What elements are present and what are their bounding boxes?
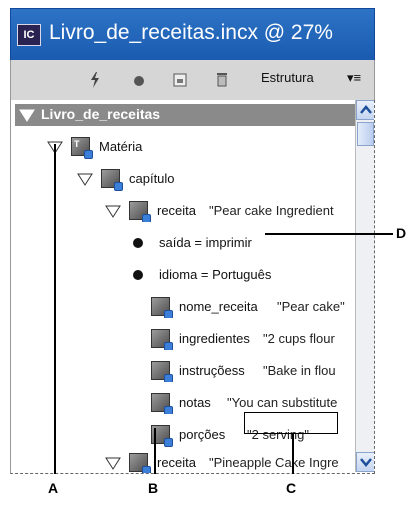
tree-row-attribute-idioma[interactable]: idioma = Português [133,264,353,286]
chevron-up-icon [360,105,372,114]
structure-window: IC Livro_de_receitas.incx @ 27% Estrutur… [10,8,375,474]
collapse-triangle-icon[interactable] [105,456,121,470]
collapse-triangle-icon[interactable] [105,204,121,218]
tree-row-materia[interactable]: T Matéria [47,136,347,159]
element-label: receita [157,203,197,218]
tree-row-nome-receita[interactable]: nome_receita "Pear cake" [151,296,351,318]
callout-c-label: C [286,480,297,496]
element-label: porções [179,427,226,442]
scroll-down-button[interactable] [356,452,374,472]
tree-root-row[interactable]: Livro_de_receitas [15,104,355,126]
collapse-triangle-icon[interactable] [77,172,93,186]
panel-menu-button[interactable]: ▾≡ [347,70,361,86]
vertical-scrollbar[interactable] [355,100,374,472]
element-label: Matéria [99,139,143,154]
tree-row-capitulo[interactable]: capítulo [77,168,347,191]
tree-row-receita-2[interactable]: receita "Pineapple Cake Ingre [105,452,351,473]
element-icon [129,201,151,222]
tree-row-instrucoes[interactable]: instruçõess "Bake in flou [151,360,351,382]
collapse-triangle-icon[interactable] [19,108,35,122]
element-label: instruçõess [179,363,245,378]
tree-row-ingredientes[interactable]: ingredientes "2 cups flour [151,328,351,350]
element-content-preview: "You can substitute [227,395,338,410]
root-element-label: Livro_de_receitas [41,106,161,122]
element-content-preview: "2 cups flour [263,331,335,346]
element-label: nome_receita [179,299,258,314]
tree-row-receita[interactable]: receita "Pear cake Ingredient [105,200,351,222]
callout-d-label: D [396,225,407,241]
element-label: ingredientes [179,331,250,346]
element-icon [151,393,173,414]
element-label: receita [157,455,197,470]
element-content-preview: "Pear cake Ingredient [209,203,334,218]
element-icon [151,297,173,318]
element-icon [101,169,123,191]
tree-row-notas[interactable]: notas "You can substitute [151,392,351,414]
element-icon [129,453,151,473]
panel-tab-estrutura[interactable]: Estrutura [261,70,314,85]
tree-row-attribute-saida[interactable]: saída = imprimir [133,232,353,254]
content-preview-highlight-box [244,412,338,434]
element-label: capítulo [129,171,175,186]
attribute-bullet-icon [133,238,143,248]
element-content-preview: "Pineapple Cake Ingre [209,455,339,470]
callout-a-label: A [48,480,59,496]
story-element-icon: T [71,137,93,159]
new-attribute-icon[interactable] [173,73,187,89]
callout-b-line [154,428,156,474]
callout-d-line [265,233,393,235]
attribute-label: saída = imprimir [159,235,252,250]
scroll-up-button[interactable] [356,100,374,120]
callout-b-label: B [148,480,159,496]
circle-icon[interactable] [133,74,145,90]
element-content-preview: "Bake in flou [263,363,336,378]
element-label: notas [179,395,211,410]
chevron-down-icon [360,458,372,467]
element-icon [151,329,173,350]
title-bar[interactable]: IC Livro_de_receitas.incx @ 27% [10,8,375,60]
lightning-icon[interactable] [89,72,101,88]
trash-icon[interactable] [216,71,228,87]
attribute-label: idioma = Português [159,267,272,282]
element-content-preview: "Pear cake" [277,299,345,314]
attribute-bullet-icon [133,270,143,280]
callout-c-line [292,434,294,474]
scroll-thumb[interactable] [357,122,374,146]
incopy-app-icon: IC [17,24,41,46]
panel-toolbar: Estrutura ▾≡ [10,60,375,100]
callout-a-line [54,144,56,474]
element-icon [151,361,173,382]
window-title: Livro_de_receitas.incx @ 27% [49,21,333,44]
